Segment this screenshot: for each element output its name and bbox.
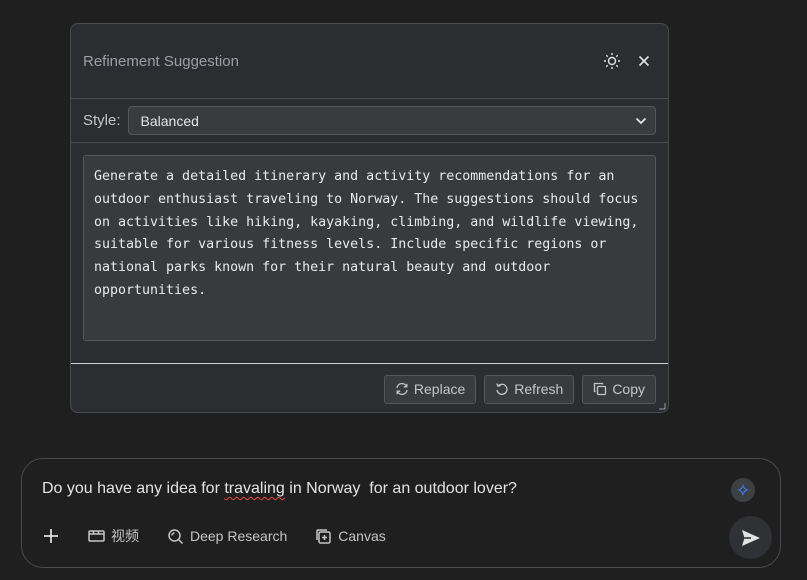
deep-research-button[interactable]: Deep Research xyxy=(167,528,287,545)
refinement-panel: Refinement Suggestion Style: Balanced Ge… xyxy=(70,23,669,413)
send-icon xyxy=(741,529,760,546)
copy-icon xyxy=(594,382,607,396)
deep-research-label: Deep Research xyxy=(190,528,288,544)
spark-icon[interactable] xyxy=(731,478,755,502)
chat-input-box[interactable]: Do you have any idea for travaling in No… xyxy=(21,458,781,568)
refresh-label: Refresh xyxy=(514,381,564,397)
replace-label: Replace xyxy=(413,381,466,397)
panel-header: Refinement Suggestion xyxy=(71,24,668,99)
style-select[interactable]: Balanced xyxy=(127,106,656,135)
refresh-icon xyxy=(496,383,508,395)
prompt-input[interactable]: Do you have any idea for travaling in No… xyxy=(42,480,517,498)
video-tool-button[interactable]: 视频 xyxy=(88,526,139,546)
canvas-label: Canvas xyxy=(338,528,386,544)
send-button[interactable] xyxy=(729,516,772,559)
prompt-misspelled-word: travaling xyxy=(224,480,285,497)
panel-title: Refinement Suggestion xyxy=(83,52,239,70)
style-selected-value: Balanced xyxy=(140,112,199,129)
video-icon xyxy=(88,530,105,542)
add-icon[interactable] xyxy=(40,525,62,547)
close-icon[interactable] xyxy=(634,51,654,71)
copy-label: Copy xyxy=(612,381,645,397)
prompt-text-after: in Norway for an outdoor lover? xyxy=(284,480,517,497)
canvas-button[interactable]: Canvas xyxy=(315,528,386,545)
panel-footer: Replace Refresh Copy xyxy=(71,363,668,412)
canvas-icon xyxy=(316,528,332,544)
style-label: Style: xyxy=(83,112,121,129)
copy-button[interactable]: Copy xyxy=(582,374,656,404)
replace-icon xyxy=(396,382,408,396)
video-tool-label: 视频 xyxy=(111,528,139,544)
deep-research-icon xyxy=(168,528,184,544)
replace-button[interactable]: Replace xyxy=(383,374,477,404)
resize-grip-icon[interactable] xyxy=(658,402,666,410)
chevron-down-icon xyxy=(635,117,647,124)
prompt-text-before: Do you have any idea for xyxy=(42,480,225,497)
refresh-button[interactable]: Refresh xyxy=(484,374,575,404)
style-row: Style: Balanced xyxy=(71,99,668,143)
chat-toolbar: 视频 Deep Research Canvas xyxy=(40,525,414,547)
suggestion-textarea[interactable]: Generate a detailed itinerary and activi… xyxy=(83,155,656,341)
theme-toggle-icon[interactable] xyxy=(602,51,622,71)
